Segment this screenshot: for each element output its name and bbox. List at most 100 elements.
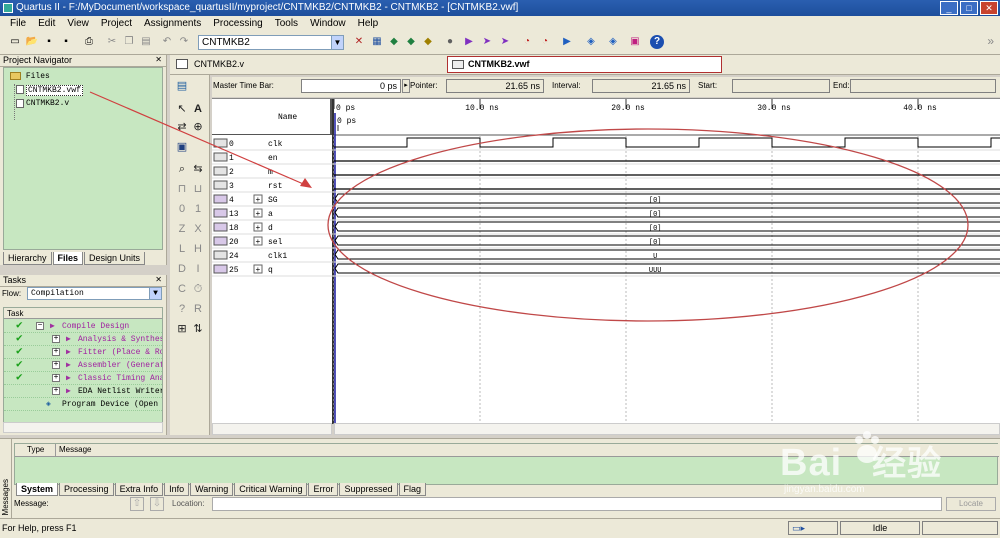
task-item[interactable]: + ▶ EDA Netlist Writer — [4, 385, 162, 398]
stop-icon[interactable]: ● — [443, 35, 457, 49]
analysis-icon[interactable]: ➤ — [480, 35, 494, 49]
toolbar-overflow-icon[interactable]: » — [987, 34, 994, 48]
tab-cntmkb2-vwf[interactable]: CNTMKB2.vwf — [447, 56, 722, 73]
tab-extra-info[interactable]: Extra Info — [114, 483, 164, 496]
minimize-button[interactable]: _ — [940, 1, 958, 15]
paste-icon[interactable]: ▤ — [139, 35, 153, 49]
menu-window[interactable]: Window — [304, 17, 352, 31]
count-value-icon[interactable]: C — [174, 281, 190, 297]
new-file-icon[interactable]: ▭ — [8, 35, 22, 49]
weak-unknown-icon[interactable]: X — [190, 221, 206, 237]
tab-info[interactable]: Info — [164, 483, 190, 496]
menu-processing[interactable]: Processing — [207, 17, 268, 31]
chevron-down-icon[interactable]: ▼ — [331, 36, 343, 49]
tab-system[interactable]: System — [16, 483, 59, 496]
random-value-icon[interactable]: R — [190, 301, 206, 317]
menu-help[interactable]: Help — [352, 17, 385, 31]
timing-icon[interactable]: ◆ — [404, 35, 418, 49]
maximize-button[interactable]: □ — [960, 1, 978, 15]
settings-icon[interactable]: ◆ — [387, 35, 401, 49]
invert-icon[interactable]: I — [190, 261, 206, 277]
play-icon[interactable]: ▶ — [66, 385, 71, 397]
chip-editor-icon[interactable]: ◈ — [584, 35, 598, 49]
pin-planner-icon[interactable]: ▦ — [370, 35, 384, 49]
cut-icon[interactable]: ✂ — [105, 35, 119, 49]
flow-select[interactable]: Compilation ▼ — [27, 287, 162, 300]
play-icon[interactable]: ▶ — [66, 359, 71, 371]
programmer-icon[interactable]: ◈ — [606, 35, 620, 49]
expand-icon[interactable]: + — [52, 374, 60, 382]
forcing-high-icon[interactable]: 1 — [190, 201, 206, 217]
close-icon[interactable]: ✕ — [155, 275, 162, 284]
uninitialized-icon[interactable]: ⊓ — [174, 181, 190, 197]
task-item[interactable]: ✔ − ▶ Compile Design — [4, 320, 162, 333]
snap-to-grid-icon[interactable]: ⊞ — [174, 321, 190, 337]
play-icon[interactable]: ▶ — [50, 320, 55, 332]
expand-icon[interactable]: + — [52, 361, 60, 369]
tab-suppressed[interactable]: Suppressed — [339, 483, 398, 496]
tab-processing[interactable]: Processing — [59, 483, 114, 496]
locate-button[interactable]: Locate — [946, 497, 996, 511]
expand-icon[interactable]: + — [52, 335, 60, 343]
save-all-icon[interactable]: ▪ — [59, 35, 73, 49]
forcing-unknown-icon[interactable]: ⊔ — [190, 181, 206, 197]
find-icon[interactable]: ⌕ — [174, 161, 190, 177]
close-button[interactable]: ✕ — [980, 1, 998, 15]
tree-root[interactable]: Files — [10, 72, 50, 81]
arrow-up-icon[interactable]: ⇧ — [130, 497, 144, 511]
arbitrary-value-icon[interactable]: ? — [174, 301, 190, 317]
simulate-icon[interactable]: ▶ — [560, 35, 574, 49]
tab-flag[interactable]: Flag — [398, 483, 427, 496]
synthesis-icon[interactable]: ➤ — [498, 35, 512, 49]
master-time-bar-field[interactable]: 0 ps — [301, 79, 401, 93]
forcing-low-icon[interactable]: 0 — [174, 201, 190, 217]
menu-edit[interactable]: Edit — [32, 17, 61, 31]
location-field[interactable] — [212, 497, 942, 511]
names-hscrollbar[interactable] — [212, 423, 332, 435]
copy-icon[interactable]: ❐ — [122, 35, 136, 49]
sort-icon[interactable]: ⇅ — [190, 321, 206, 337]
master-time-bar-arrow[interactable]: ▸ — [402, 79, 410, 93]
redo-icon[interactable]: ↷ — [177, 35, 191, 49]
tab-files[interactable]: Files — [52, 252, 84, 265]
waveform-editor-icon[interactable]: ▤ — [174, 78, 190, 94]
text-tool-icon[interactable]: A — [190, 101, 206, 117]
task-item[interactable]: ✔ + ▶ Classic Timing Analysis — [4, 372, 162, 385]
collapse-icon[interactable]: − — [36, 322, 44, 330]
clock-icon[interactable]: ◔ — [538, 35, 552, 49]
tab-error[interactable]: Error — [308, 483, 339, 496]
fullscreen-icon[interactable]: ▣ — [174, 139, 190, 155]
replace-icon[interactable]: ⇆ — [190, 161, 206, 177]
play-icon[interactable]: ▶ — [66, 346, 71, 358]
high-impedance-icon[interactable]: Z — [174, 221, 190, 237]
task-item[interactable]: ✔ + ▶ Assembler (Generate programming files… — [4, 359, 162, 372]
menu-view[interactable]: View — [61, 17, 95, 31]
tab-critical-warning[interactable]: Critical Warning — [234, 483, 308, 496]
weak-high-icon[interactable]: H — [190, 241, 206, 257]
open-icon[interactable]: 📂 — [25, 35, 39, 49]
chip-icon[interactable]: ◆ — [421, 35, 435, 49]
menu-assignments[interactable]: Assignments — [138, 17, 207, 31]
play-icon[interactable]: ▶ — [66, 372, 71, 384]
play-icon[interactable]: ▶ — [66, 333, 71, 345]
task-item[interactable]: ◈ Program Device (Open Programmer) — [4, 398, 162, 411]
expand-icon[interactable]: + — [52, 387, 60, 395]
zoom-tool-icon[interactable]: ⊕ — [190, 119, 206, 135]
timing-analyzer-icon[interactable]: ◔ — [520, 35, 534, 49]
tab-hierarchy[interactable]: Hierarchy — [3, 252, 52, 265]
help-icon[interactable]: ? — [650, 35, 664, 49]
tab-warning[interactable]: Warning — [190, 483, 234, 496]
assignment-editor-icon[interactable]: ✕ — [352, 35, 366, 49]
menu-project[interactable]: Project — [95, 17, 138, 31]
print-icon[interactable]: ⎙ — [82, 35, 96, 49]
entity-select[interactable]: CNTMKB2 ▼ — [198, 35, 344, 50]
menu-file[interactable]: File — [4, 17, 32, 31]
dont-care-icon[interactable]: D — [174, 261, 190, 277]
save-icon[interactable]: ▪ — [42, 35, 56, 49]
tree-file-v[interactable]: CNTMKB2.v — [26, 99, 69, 108]
undo-icon[interactable]: ↶ — [160, 35, 174, 49]
task-item[interactable]: ✔ + ▶ Fitter (Place & Route) — [4, 346, 162, 359]
clock-value-icon[interactable]: ⏱ — [190, 281, 206, 297]
selection-tool-icon[interactable]: ↖ — [174, 101, 190, 117]
tasks-hscrollbar[interactable] — [3, 422, 163, 433]
